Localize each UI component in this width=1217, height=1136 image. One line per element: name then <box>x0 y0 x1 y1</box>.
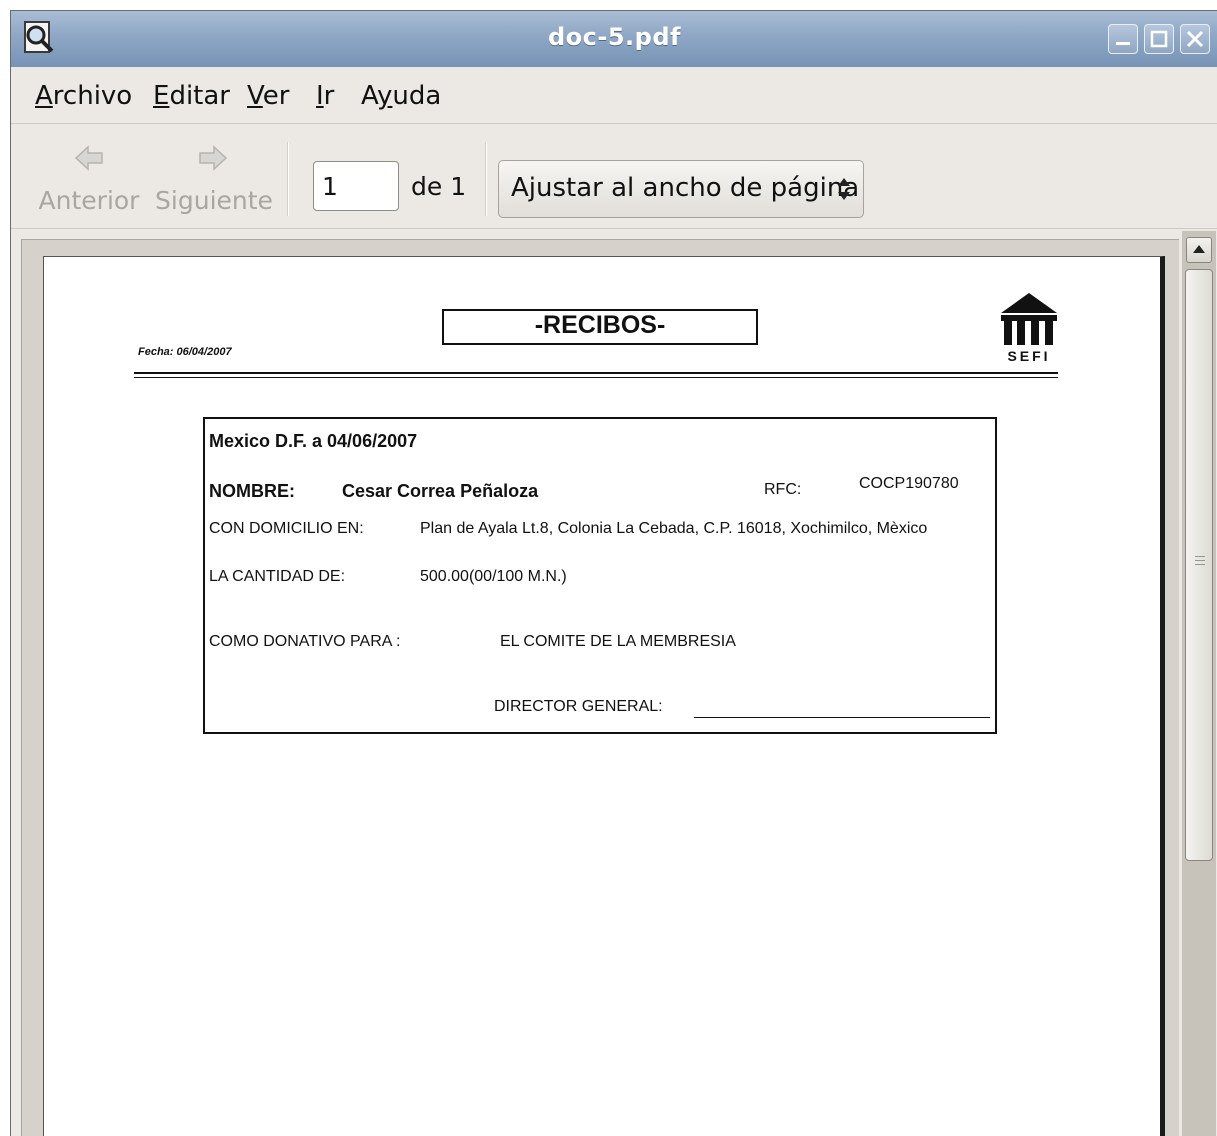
maximize-icon <box>1150 30 1168 48</box>
nombre-label: NOMBRE: <box>209 481 295 501</box>
domicilio-label: CON DOMICILIO EN: <box>209 520 364 537</box>
menu-ir-mnemonic: I <box>316 81 324 111</box>
thumb-grip <box>1195 564 1205 565</box>
document-area: Fecha: 06/04/2007 -RECIBOS- SEFI Mexico … <box>11 229 1217 1136</box>
pdf-page: Fecha: 06/04/2007 -RECIBOS- SEFI Mexico … <box>43 256 1165 1136</box>
vertical-scrollbar[interactable] <box>1182 231 1216 1136</box>
menu-editar-label: ditar <box>169 81 230 111</box>
toolbar-separator <box>485 142 487 216</box>
signature-line <box>694 717 990 718</box>
close-button[interactable] <box>1180 24 1210 54</box>
scroll-up-button[interactable] <box>1186 237 1212 263</box>
pdf-viewer-window: doc-5.pdf Archivo Editar Ver Ir Ayuda An… <box>10 10 1217 1136</box>
next-page-button[interactable]: Siguiente <box>155 136 273 220</box>
menu-ayuda-label: uda <box>392 81 442 111</box>
close-icon <box>1186 30 1204 48</box>
minimize-button[interactable] <box>1108 24 1138 54</box>
thumb-grip <box>1195 556 1205 557</box>
menu-editar-mnemonic: E <box>153 81 170 111</box>
donativo-value: EL COMITE DE LA MEMBRESIA <box>500 633 736 650</box>
document-date: Fecha: 06/04/2007 <box>138 346 232 358</box>
menu-ayuda-mnemonic: y <box>377 81 393 111</box>
page-number-input[interactable] <box>313 161 399 211</box>
zoom-select-value: Ajustar al ancho de página <box>511 173 860 203</box>
scrollbar-thumb[interactable] <box>1185 269 1213 861</box>
toolbar-separator <box>287 142 289 216</box>
domicilio-value: Plan de Ayala Lt.8, Colonia La Cebada, C… <box>420 520 928 537</box>
nombre-value: Cesar Correa Peñaloza <box>342 481 539 501</box>
menu-bar: Archivo Editar Ver Ir Ayuda <box>11 67 1217 124</box>
title-bar[interactable]: doc-5.pdf <box>11 11 1217 68</box>
page-count-label: de 1 <box>411 172 467 201</box>
previous-page-label: Anterior <box>38 186 140 215</box>
header-rule <box>134 377 1058 378</box>
scroll-up-arrow-icon <box>1193 245 1205 253</box>
minimize-icon <box>1116 42 1130 45</box>
cantidad-value: 500.00(00/100 M.N.) <box>420 568 567 585</box>
menu-ayuda-prefix: A <box>361 81 378 111</box>
sefi-logo-text: SEFI <box>1007 348 1050 364</box>
menu-ir-label: r <box>323 81 335 111</box>
menu-ayuda[interactable]: Ayuda <box>361 81 441 111</box>
document-viewport[interactable]: Fecha: 06/04/2007 -RECIBOS- SEFI Mexico … <box>21 239 1179 1136</box>
menu-archivo-label: rchivo <box>52 81 133 111</box>
receipt-document: Fecha: 06/04/2007 -RECIBOS- SEFI Mexico … <box>44 257 1161 1136</box>
rfc-value: COCP190780 <box>859 475 959 492</box>
donativo-label: COMO DONATIVO PARA : <box>209 633 401 650</box>
menu-ir[interactable]: Ir <box>316 81 334 111</box>
menu-archivo-mnemonic: A <box>35 81 53 111</box>
toolbar: Anterior Siguiente de 1 Ajustar al ancho… <box>11 124 1217 229</box>
receipt-place-date: Mexico D.F. a 04/06/2007 <box>209 431 418 451</box>
sefi-logo: SEFI <box>998 291 1060 371</box>
cantidad-label: LA CANTIDAD DE: <box>209 568 346 585</box>
header-rule <box>134 372 1058 374</box>
next-page-label: Siguiente <box>155 186 273 215</box>
document-title: -RECIBOS- <box>534 311 666 339</box>
menu-ver[interactable]: Ver <box>247 81 289 111</box>
arrow-right-icon <box>199 145 228 171</box>
menu-archivo[interactable]: Archivo <box>35 81 132 111</box>
arrow-left-icon <box>74 145 103 171</box>
director-label: DIRECTOR GENERAL: <box>494 698 663 715</box>
maximize-button[interactable] <box>1144 24 1174 54</box>
window-title: doc-5.pdf <box>548 23 681 51</box>
up-down-arrows-icon <box>838 178 850 200</box>
menu-editar[interactable]: Editar <box>153 81 230 111</box>
thumb-grip <box>1195 560 1205 561</box>
previous-page-button[interactable]: Anterior <box>37 136 141 220</box>
menu-ver-label: er <box>262 81 290 111</box>
zoom-select[interactable]: Ajustar al ancho de página <box>498 160 864 218</box>
menu-ver-mnemonic: V <box>247 81 263 111</box>
rfc-label: RFC: <box>764 481 802 498</box>
